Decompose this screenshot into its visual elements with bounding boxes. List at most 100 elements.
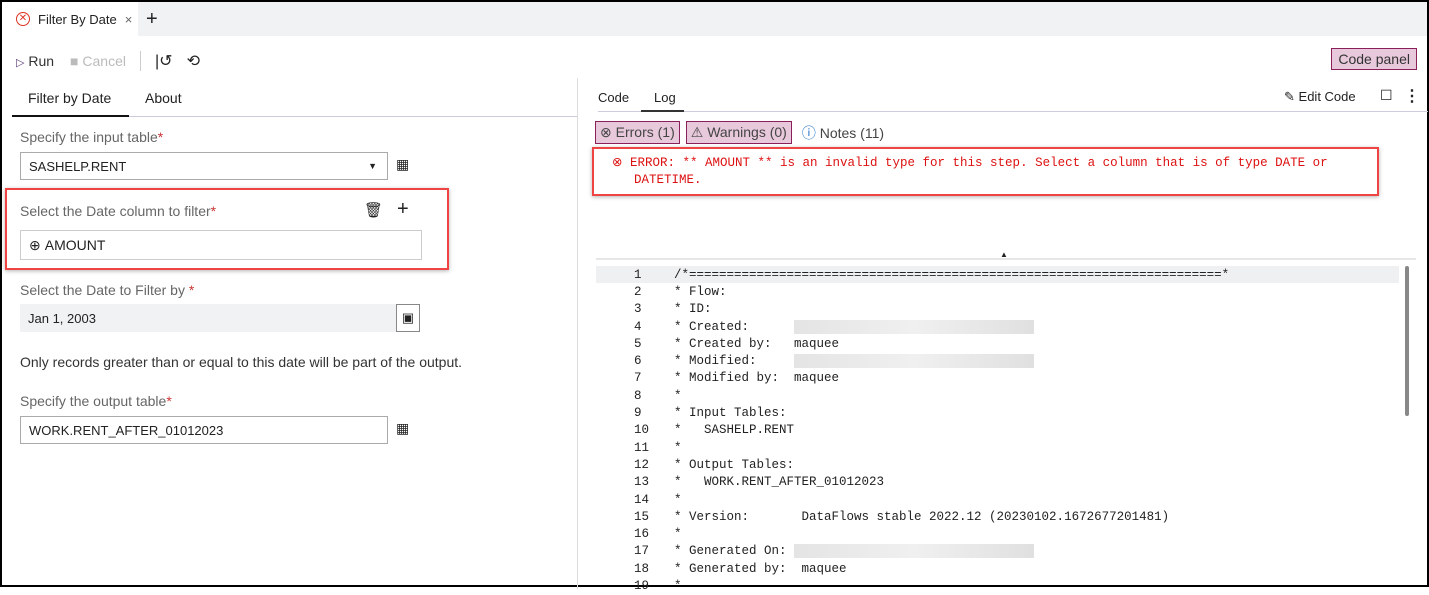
pencil-icon: ✎: [1284, 89, 1295, 104]
code-text: * Input Tables:: [674, 406, 787, 421]
reset-icon[interactable]: |↺: [155, 51, 173, 71]
code-text: /*======================================…: [674, 267, 1230, 282]
tab-bar: [2, 2, 1427, 36]
calendar-icon[interactable]: ▣: [396, 304, 420, 332]
code-text: *: [674, 440, 682, 455]
tab-code[interactable]: Code: [598, 90, 629, 105]
error-message: ⊗ ERROR: ** AMOUNT ** is an invalid type…: [612, 156, 1328, 187]
errors-filter[interactable]: ⊗ Errors (1): [595, 121, 680, 144]
redacted-value: [794, 319, 1035, 334]
stop-icon: ■: [70, 53, 79, 69]
line-number: 18: [634, 561, 650, 576]
code-line: 8 *: [596, 387, 1399, 404]
code-text: *: [674, 388, 682, 403]
notes-filter[interactable]: ⓘ Notes (11): [802, 123, 884, 143]
code-text: * Version: DataFlows stable 2022.12 (202…: [674, 509, 1170, 524]
line-number: 6: [634, 354, 642, 369]
close-tab-button[interactable]: ×: [125, 12, 133, 27]
code-line: 2 * Flow:: [596, 283, 1399, 300]
code-text: * WORK.RENT_AFTER_01012023: [674, 475, 885, 490]
code-line: 7 * Modified by: maquee: [596, 370, 1399, 387]
code-line: 1 /*=====================================…: [596, 266, 1399, 284]
panel-divider: [577, 78, 578, 589]
error-icon: ⊗: [612, 156, 623, 170]
log-code: 1 /*=====================================…: [596, 266, 1399, 595]
code-line: 6 * Modified:: [596, 352, 1399, 369]
code-text: * Output Tables:: [674, 457, 795, 472]
code-line: 14 *: [596, 491, 1399, 508]
code-line: 16 *: [596, 525, 1399, 542]
table-browse-icon[interactable]: ▦: [396, 420, 409, 437]
dropdown-arrow-icon: ▼: [368, 161, 377, 171]
run-button[interactable]: ▷ Run: [16, 53, 54, 69]
code-text: * Created:: [674, 319, 795, 334]
tab-title: Filter By Date: [38, 11, 117, 27]
code-line: 10 * SASHELP.RENT: [596, 422, 1399, 439]
redacted-value: [794, 354, 1035, 369]
code-text: * SASHELP.RENT: [674, 423, 795, 438]
redacted-value: [794, 544, 1035, 559]
code-panel-button[interactable]: Code panel: [1331, 48, 1417, 70]
info-icon: ⓘ: [801, 124, 816, 141]
date-column-field[interactable]: ⊕ AMOUNT: [20, 230, 422, 260]
line-number: 10: [634, 423, 650, 438]
code-text: * ID:: [674, 302, 712, 317]
cancel-button[interactable]: ■ Cancel: [70, 53, 126, 69]
line-number: 9: [634, 406, 642, 421]
date-column-label: Select the Date column to filter*: [20, 203, 217, 219]
more-options-icon[interactable]: ⋮: [1404, 86, 1420, 106]
line-number: 2: [634, 284, 642, 299]
error-icon: ✕: [16, 12, 30, 26]
line-number: 13: [634, 475, 650, 490]
line-number: 5: [634, 336, 642, 351]
tab-about[interactable]: About: [145, 90, 182, 106]
code-text: * Modified by: maquee: [674, 371, 840, 386]
code-line: 9 * Input Tables:: [596, 404, 1399, 421]
column-icon: ⊕: [29, 236, 41, 253]
line-number: 4: [634, 319, 642, 334]
line-number: 16: [634, 527, 650, 542]
line-number: 7: [634, 371, 642, 386]
code-line: 13 * WORK.RENT_AFTER_01012023: [596, 474, 1399, 491]
code-line: 5 * Created by: maquee: [596, 335, 1399, 352]
code-line: 4 * Created:: [596, 318, 1399, 335]
edit-code-button[interactable]: ✎ Edit Code: [1284, 89, 1356, 105]
table-browse-icon[interactable]: ▦: [396, 156, 409, 173]
line-number: 14: [634, 492, 650, 507]
line-number: 3: [634, 302, 642, 317]
scrollbar[interactable]: [1405, 266, 1409, 416]
input-table-select[interactable]: SASHELP.RENT ▼: [20, 152, 388, 180]
line-number: 19: [634, 578, 650, 593]
code-line: 12 * Output Tables:: [596, 456, 1399, 473]
error-icon: ⊗: [600, 124, 612, 140]
date-hint: Only records greater than or equal to th…: [20, 354, 463, 370]
code-line: 11 *: [596, 439, 1399, 456]
trash-icon[interactable]: 🗑: [364, 201, 383, 219]
collapse-arrow-icon[interactable]: ▲: [1000, 250, 1008, 259]
tab-filter-by-date[interactable]: ✕ Filter By Date ×: [2, 2, 138, 36]
tab-log[interactable]: Log: [654, 90, 676, 105]
date-input[interactable]: Jan 1, 2003: [20, 304, 396, 332]
code-text: *: [674, 492, 682, 507]
code-line: 17 * Generated On:: [596, 543, 1399, 560]
code-line: 19 *: [596, 577, 1399, 594]
tab-filter-by-date-options[interactable]: Filter by Date: [28, 90, 111, 106]
warnings-filter[interactable]: ⚠ Warnings (0): [685, 121, 792, 144]
code-text: * Modified:: [674, 354, 795, 369]
code-text: * Generated by: maquee: [674, 561, 847, 576]
line-number: 11: [634, 440, 650, 455]
add-icon[interactable]: +: [397, 198, 409, 221]
output-table-input[interactable]: WORK.RENT_AFTER_01012023: [20, 416, 388, 444]
line-number: 8: [634, 388, 642, 403]
input-table-label: Specify the input table*: [20, 129, 164, 145]
refresh-icon[interactable]: ⟲: [187, 51, 200, 71]
maximize-icon[interactable]: ☐: [1380, 87, 1393, 104]
line-number: 12: [634, 457, 650, 472]
warning-icon: ⚠: [690, 124, 704, 140]
code-text: *: [674, 578, 682, 593]
new-tab-button[interactable]: +: [146, 8, 158, 31]
date-filter-label: Select the Date to Filter by *: [20, 282, 195, 298]
code-line: 18 * Generated by: maquee: [596, 560, 1399, 577]
play-icon: ▷: [16, 57, 25, 69]
left-tabs: Filter by Date About: [12, 82, 578, 117]
